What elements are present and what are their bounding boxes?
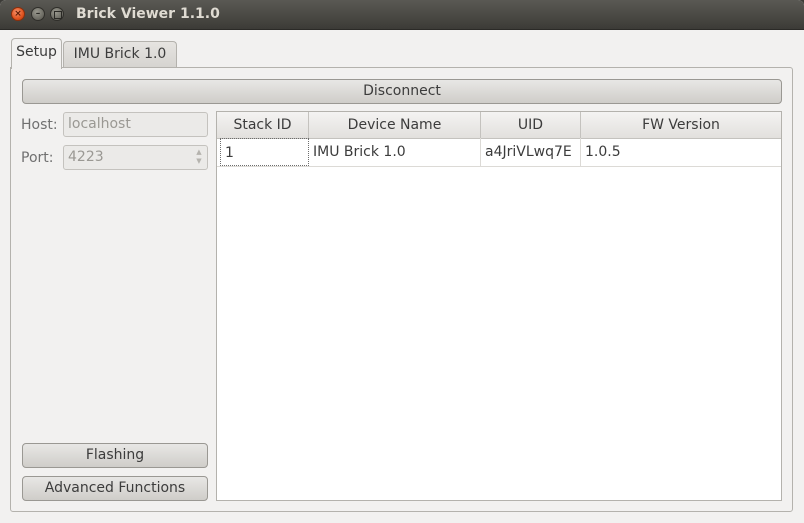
spin-down-icon[interactable]: ▼ bbox=[193, 157, 205, 166]
maximize-icon[interactable] bbox=[50, 7, 64, 21]
port-field[interactable]: 4223 ▲ ▼ bbox=[63, 145, 208, 170]
port-value: 4223 bbox=[68, 149, 104, 165]
device-table: Stack ID Device Name UID FW Version 1 IM… bbox=[216, 111, 782, 501]
host-field[interactable]: localhost bbox=[63, 112, 208, 137]
port-spinner[interactable]: ▲ ▼ bbox=[193, 148, 205, 167]
spin-up-icon[interactable]: ▲ bbox=[193, 148, 205, 157]
cell-stack-id[interactable]: 1 bbox=[220, 138, 309, 166]
minimize-icon[interactable]: – bbox=[31, 7, 45, 21]
advanced-functions-button[interactable]: Advanced Functions bbox=[22, 476, 208, 501]
column-header-stack-id[interactable]: Stack ID bbox=[217, 112, 309, 138]
main-window: × – Brick Viewer 1.1.0 Setup IMU Brick 1… bbox=[0, 0, 804, 523]
close-icon[interactable]: × bbox=[11, 7, 25, 21]
tab-imu-brick[interactable]: IMU Brick 1.0 bbox=[63, 41, 177, 67]
table-header: Stack ID Device Name UID FW Version bbox=[217, 112, 781, 139]
title-bar: × – Brick Viewer 1.1.0 bbox=[0, 0, 804, 30]
column-header-uid[interactable]: UID bbox=[481, 112, 581, 138]
window-title: Brick Viewer 1.1.0 bbox=[76, 6, 220, 22]
host-label: Host: bbox=[21, 117, 58, 133]
column-header-fw-version[interactable]: FW Version bbox=[581, 112, 781, 138]
column-header-device-name[interactable]: Device Name bbox=[309, 112, 481, 138]
tab-setup[interactable]: Setup bbox=[11, 38, 62, 69]
cell-uid[interactable]: a4JriVLwq7E bbox=[481, 138, 581, 166]
flashing-button[interactable]: Flashing bbox=[22, 443, 208, 468]
port-label: Port: bbox=[21, 150, 54, 166]
cell-fw-version[interactable]: 1.0.5 bbox=[581, 138, 781, 166]
table-row[interactable]: 1 IMU Brick 1.0 a4JriVLwq7E 1.0.5 bbox=[217, 138, 781, 167]
cell-device-name[interactable]: IMU Brick 1.0 bbox=[309, 138, 481, 166]
disconnect-button[interactable]: Disconnect bbox=[22, 79, 782, 104]
